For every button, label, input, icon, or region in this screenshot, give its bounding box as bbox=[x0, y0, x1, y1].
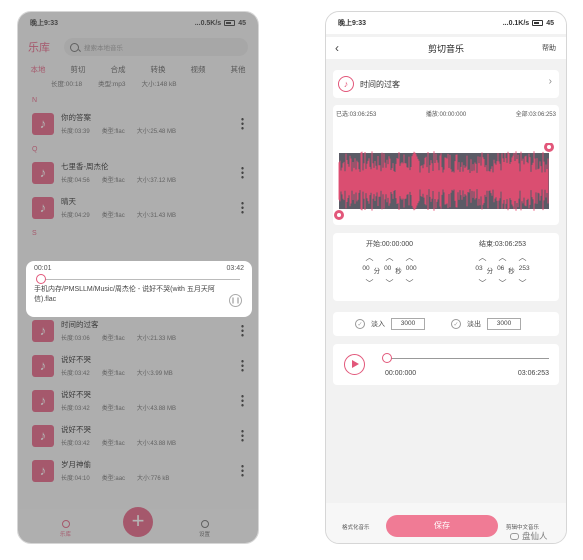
playing-position: 播放:00:00:000 bbox=[425, 112, 467, 118]
end-ms-up-icon[interactable]: ︿ bbox=[519, 252, 527, 263]
fade-out-input[interactable]: 3000 bbox=[487, 318, 521, 330]
start-time-label: 开始:00:00:000 bbox=[365, 241, 414, 248]
end-sec-down-icon[interactable]: ﹀ bbox=[499, 278, 507, 289]
page-title: 剪切音乐 bbox=[427, 44, 464, 54]
song-selector[interactable]: ♪ 时间的过客 › bbox=[333, 70, 559, 98]
preview-start-time: 00:00:000 bbox=[385, 370, 417, 377]
file-path: 手机内存/PMSLLM/Music/周杰伦 - 说好不哭(with 五月天阿信)… bbox=[34, 286, 215, 303]
pause-button[interactable]: ❙❙ bbox=[229, 294, 242, 307]
start-min-up-icon[interactable]: ︿ bbox=[366, 252, 374, 263]
end-ms-down-icon[interactable]: ﹀ bbox=[519, 278, 527, 289]
format-music-button[interactable]: 格式化音乐 bbox=[342, 523, 370, 531]
seek-knob[interactable] bbox=[36, 274, 46, 284]
song-name: 时间的过客 bbox=[360, 79, 400, 89]
time-range-editor: 开始:00:00:000 结束:03:06:253 ︿ ︿ ︿ ︿ ︿ ︿ 00… bbox=[333, 233, 559, 301]
music-note-icon: ♪ bbox=[338, 76, 354, 92]
total-duration: 全部:03:06:253 bbox=[515, 112, 556, 118]
waveform-panel: 已选:03:06:253 播放:00:00:000 全部:03:06:253 bbox=[333, 105, 559, 225]
start-sec-up-icon[interactable]: ︿ bbox=[386, 252, 394, 263]
selected-duration: 已选:03:06:253 bbox=[336, 112, 377, 118]
watermark: 盘仙人 bbox=[510, 530, 548, 542]
fade-settings: ✓ 淡入 3000 ✓ 淡出 3000 bbox=[333, 312, 559, 336]
end-handle-dot bbox=[547, 145, 551, 149]
cut-music-screen: 晚上9:33 ...0.1K/s 45 ‹ 剪切音乐 帮助 ♪ 时间的过客 › … bbox=[325, 11, 567, 544]
play-button[interactable] bbox=[344, 354, 365, 375]
fade-out-checkbox[interactable]: ✓ bbox=[451, 319, 461, 329]
preview-slider[interactable] bbox=[385, 358, 549, 359]
cut-header: ‹ 剪切音乐 帮助 bbox=[326, 37, 566, 59]
end-time-label: 结束:03:06:253 bbox=[478, 241, 527, 248]
end-sec-up-icon[interactable]: ︿ bbox=[499, 252, 507, 263]
start-time-digits: 00 分 00 秒 000 bbox=[362, 265, 417, 275]
start-ms-down-icon[interactable]: ﹀ bbox=[406, 278, 414, 289]
total-time: 03:42 bbox=[226, 265, 244, 272]
help-button[interactable]: 帮助 bbox=[542, 43, 556, 53]
save-button[interactable]: 保存 bbox=[386, 515, 498, 537]
end-min-down-icon[interactable]: ﹀ bbox=[479, 278, 487, 289]
preview-player: 00:00:000 03:06:253 bbox=[333, 344, 559, 385]
seek-slider[interactable] bbox=[34, 273, 244, 285]
fade-in-checkbox[interactable]: ✓ bbox=[355, 319, 365, 329]
now-playing-popup: 00:01 03:42 手机内存/PMSLLM/Music/周杰伦 - 说好不哭… bbox=[26, 261, 252, 317]
status-bar: 晚上9:33 ...0.1K/s 45 bbox=[326, 12, 566, 34]
end-min-up-icon[interactable]: ︿ bbox=[479, 252, 487, 263]
start-ms-up-icon[interactable]: ︿ bbox=[406, 252, 414, 263]
waveform[interactable] bbox=[333, 143, 561, 225]
status-time: 晚上9:33 bbox=[338, 20, 367, 27]
start-handle-dot bbox=[337, 213, 341, 217]
battery-icon bbox=[532, 20, 544, 26]
start-sec-down-icon[interactable]: ﹀ bbox=[386, 278, 394, 289]
network-speed: ...0.1K/s bbox=[502, 19, 530, 27]
fade-in-input[interactable]: 3000 bbox=[391, 318, 425, 330]
end-time-digits: 03 分 06 秒 253 bbox=[475, 265, 530, 275]
fade-in-label: 淡入 bbox=[371, 321, 385, 328]
battery-level: 45 bbox=[546, 19, 554, 27]
elapsed-time: 00:01 bbox=[34, 265, 52, 272]
preview-end-time: 03:06:253 bbox=[517, 370, 549, 377]
wechat-icon bbox=[510, 532, 519, 540]
chevron-right-icon: › bbox=[548, 76, 552, 87]
library-screen: 晚上9:33 ...0.5K/s 45 乐库 搜索本地音乐 本地 剪切 合成 转… bbox=[17, 11, 259, 544]
preview-knob[interactable] bbox=[382, 353, 392, 363]
start-min-down-icon[interactable]: ﹀ bbox=[366, 278, 374, 289]
fade-out-label: 淡出 bbox=[467, 321, 481, 328]
